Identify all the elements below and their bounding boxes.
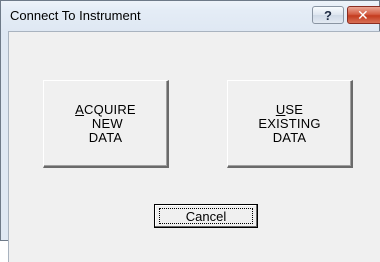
connect-dialog: Connect To Instrument ? ✕ ACQUIRE NEW DA…	[0, 0, 380, 262]
close-button[interactable]: ✕	[347, 6, 380, 24]
title-bar[interactable]: Connect To Instrument ? ✕	[1, 1, 380, 31]
use-existing-data-button[interactable]: USE EXISTING DATA	[227, 80, 353, 168]
help-button[interactable]: ?	[312, 6, 344, 24]
cancel-label: Cancel	[185, 208, 227, 224]
acquire-new-data-button[interactable]: ACQUIRE NEW DATA	[43, 80, 169, 168]
question-mark-icon: ?	[324, 7, 332, 23]
close-icon: ✕	[357, 6, 369, 23]
cancel-button[interactable]: Cancel	[154, 204, 258, 228]
acquire-new-data-label: ACQUIRE NEW DATA	[75, 101, 136, 145]
window-title: Connect To Instrument	[10, 8, 141, 23]
dialog-body: ACQUIRE NEW DATA USE EXISTING DATA Cance…	[8, 31, 380, 262]
use-existing-data-label: USE EXISTING DATA	[258, 101, 321, 145]
